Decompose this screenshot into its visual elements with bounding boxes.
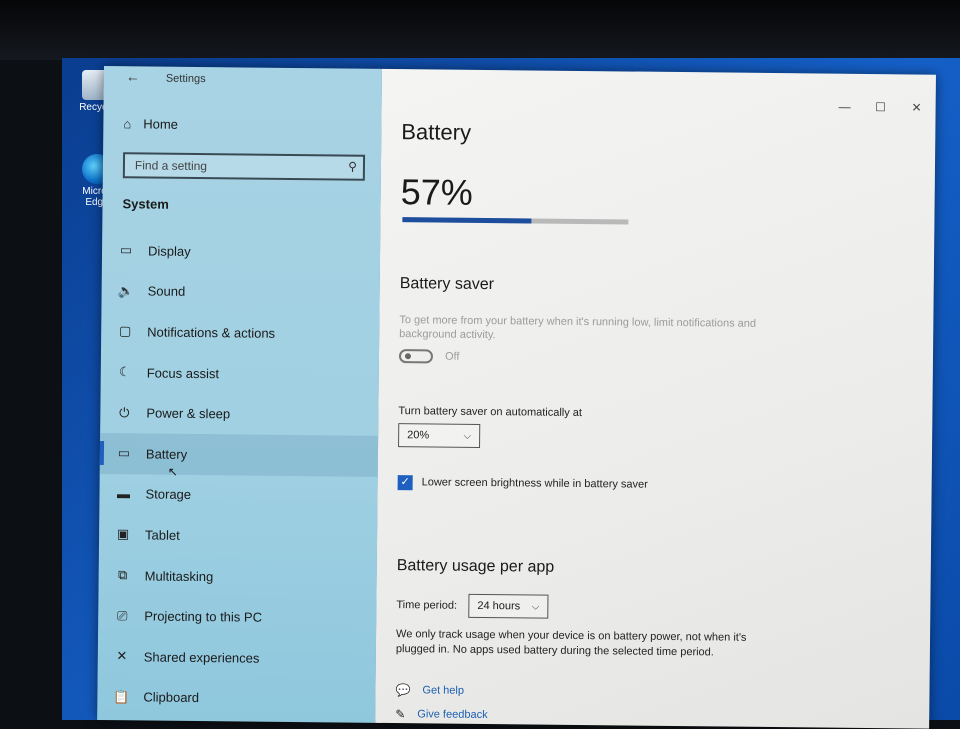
main-content: — ☐ ✕ Battery 57% Battery saver To get m… (375, 68, 936, 729)
title-bar: ← Settings (104, 66, 382, 93)
notifications-icon: ▢ (118, 323, 132, 339)
sidebar-item-projecting[interactable]: ⎚ Projecting to this PC (98, 595, 376, 639)
clipboard-icon: 📋 (113, 688, 130, 705)
home-label: Home (143, 116, 179, 132)
threshold-dropdown[interactable]: 20% ⌵ (398, 423, 481, 448)
back-arrow-icon[interactable]: ← (126, 68, 140, 84)
projecting-icon: ⎚ (116, 607, 128, 623)
sidebar-item-display[interactable]: ▭ Display (102, 230, 380, 274)
display-icon: ▭ (119, 242, 133, 258)
sidebar-item-notifications[interactable]: ▢ Notifications & actions (101, 311, 379, 355)
sidebar-item-sound[interactable]: 🔈 Sound (101, 271, 379, 315)
time-period-value: 24 hours (477, 599, 521, 613)
mouse-cursor-icon: ↖ (167, 464, 178, 479)
battery-icon: ▭ (117, 445, 131, 461)
battery-percent: 57% (400, 171, 473, 213)
time-period-dropdown[interactable]: 24 hours ⌵ (468, 593, 549, 619)
sidebar-item-label: Projecting to this PC (144, 608, 263, 625)
storage-icon: ▬ (116, 486, 131, 502)
page-title: Battery (401, 119, 472, 145)
tablet-icon: ▣ (116, 526, 130, 542)
usage-description: We only track usage when your device is … (395, 628, 747, 659)
sidebar-item-shared-experiences[interactable]: ✕ Shared experiences (98, 636, 376, 680)
search-icon[interactable]: ⚲ (348, 160, 357, 174)
sidebar-item-label: Focus assist (146, 365, 220, 381)
sidebar-item-label: Notifications & actions (147, 324, 276, 341)
sound-icon: 🔈 (117, 283, 134, 299)
sidebar-item-tablet[interactable]: ▣ Tablet (99, 514, 377, 558)
get-help-link[interactable]: 💬 Get help (395, 683, 464, 698)
sidebar-item-label: Storage (145, 486, 192, 503)
get-help-label: Get help (422, 684, 465, 697)
sidebar-item-power-sleep[interactable]: ⏻ Power & sleep (100, 392, 378, 436)
battery-level-bar (402, 217, 629, 225)
sidebar-item-focus-assist[interactable]: ☾ Focus assist (101, 352, 379, 396)
give-feedback-label: Give feedback (417, 708, 488, 722)
sidebar-item-clipboard[interactable]: 📋 Clipboard (97, 676, 375, 720)
screen-bezel (0, 0, 960, 60)
brightness-checkbox[interactable]: ✓ (397, 475, 413, 491)
battery-usage-heading: Battery usage per app (396, 557, 555, 576)
auto-saver-label: Turn battery saver on automatically at (398, 405, 583, 420)
checkmark-icon: ✓ (400, 476, 410, 489)
brightness-checkbox-label: Lower screen brightness while in battery… (421, 476, 648, 491)
home-link[interactable]: ⌂ Home (123, 116, 178, 132)
app-title: Settings (165, 72, 206, 86)
sidebar-item-label: Battery (145, 446, 188, 462)
sidebar-item-label: Power & sleep (146, 405, 231, 422)
moon-icon: ☾ (118, 364, 131, 380)
settings-window: ← Settings ⌂ Home ⚲ System ▭ Display 🔈 S… (97, 66, 936, 729)
maximize-icon[interactable]: ☐ (874, 100, 888, 114)
toggle-state-label: Off (444, 350, 460, 363)
section-label: System (122, 196, 169, 212)
chevron-down-icon: ⌵ (463, 430, 472, 442)
sidebar-item-label: Display (147, 243, 191, 259)
minimize-icon[interactable]: — (838, 100, 852, 114)
sidebar-item-label: Shared experiences (143, 649, 260, 666)
search-box: ⚲ (122, 152, 366, 181)
battery-saver-description: To get more from your battery when it's … (399, 314, 757, 342)
sidebar-item-label: Multitasking (144, 568, 214, 584)
power-icon: ⏻ (119, 404, 130, 420)
search-input[interactable] (124, 154, 346, 179)
threshold-value: 20% (407, 429, 430, 442)
sidebar-item-battery[interactable]: ▭ Battery (99, 432, 379, 477)
shared-icon: ✕ (116, 648, 128, 664)
feedback-icon: ✎ (395, 707, 406, 722)
battery-level-fill (402, 217, 532, 224)
toggle-knob (404, 353, 412, 360)
sidebar-item-label: Tablet (145, 527, 180, 543)
battery-saver-toggle[interactable] (398, 349, 434, 364)
window-controls: — ☐ ✕ (838, 100, 924, 115)
time-period-label: Time period: (396, 599, 458, 612)
multitasking-icon: ⧉ (117, 567, 128, 583)
sidebar-item-storage[interactable]: ▬ Storage (99, 474, 377, 518)
battery-saver-heading: Battery saver (399, 275, 495, 294)
close-icon[interactable]: ✕ (910, 100, 924, 114)
sidebar: ← Settings ⌂ Home ⚲ System ▭ Display 🔈 S… (97, 66, 382, 723)
sidebar-item-label: Clipboard (143, 689, 200, 706)
sidebar-item-multitasking[interactable]: ⧉ Multitasking (98, 555, 376, 599)
sidebar-item-label: Sound (147, 283, 186, 300)
chevron-down-icon: ⌵ (531, 601, 540, 613)
help-chat-icon: 💬 (395, 683, 411, 698)
home-icon: ⌂ (123, 116, 132, 132)
sidebar-nav: ▭ Display 🔈 Sound ▢ Notifications & acti… (97, 230, 380, 720)
